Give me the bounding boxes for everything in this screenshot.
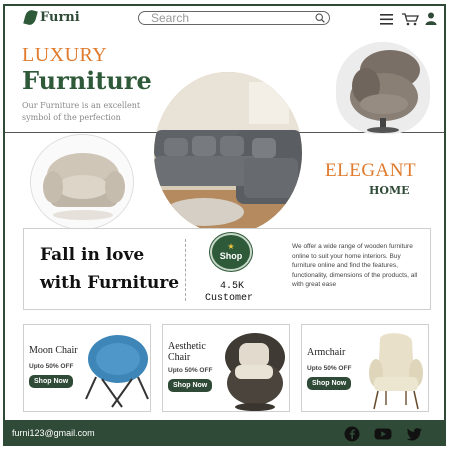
user-icon[interactable] — [425, 12, 437, 25]
logo[interactable]: Furni — [23, 8, 80, 27]
sofa-image — [154, 72, 302, 234]
product-offer: Upto 50% OFF — [168, 367, 213, 374]
product-name: Armchair — [307, 347, 346, 358]
shop-now-button[interactable]: Shop Now — [29, 375, 74, 388]
page-frame: Furni LUXURY Furniture Our Furniture is … — [3, 4, 446, 446]
hero-title: Furniture — [22, 66, 152, 95]
home-label: HOME — [369, 184, 410, 197]
hero-subtitle: Our Furniture is an excellent symbol of … — [22, 101, 141, 122]
elegant-label: ELEGANT — [325, 160, 417, 181]
star-icon: ★ — [227, 242, 235, 251]
header: Furni — [5, 6, 444, 32]
youtube-icon[interactable] — [374, 426, 392, 442]
customer-label: Customer — [205, 293, 254, 304]
hero-title-accent: LUXURY — [22, 44, 108, 66]
product-offer: Upto 50% OFF — [29, 363, 74, 370]
moon-chair-image — [85, 335, 149, 408]
menu-icon[interactable] — [380, 14, 393, 25]
product-name: Moon Chair — [29, 345, 78, 356]
product-offer: Upto 50% OFF — [307, 365, 352, 372]
aesthetic-chair-image — [225, 333, 285, 411]
contact-email[interactable]: furni123@gmail.com — [12, 428, 95, 438]
footer: furni123@gmail.com — [5, 420, 444, 444]
logo-text: Furni — [40, 10, 80, 25]
facebook-icon[interactable] — [344, 426, 360, 442]
product-card-moon-chair[interactable]: Moon Chair Upto 50% OFF Shop Now — [23, 324, 151, 412]
armchair-product-image — [369, 333, 423, 410]
armchair-image — [30, 134, 134, 230]
customer-count: 4.5K — [220, 281, 245, 292]
promo-band: Fall in love with Furniture ★ Shop 4.5K … — [23, 228, 431, 310]
shop-now-button[interactable]: Shop Now — [168, 379, 213, 392]
search-bar[interactable] — [138, 11, 330, 25]
leaf-logo-icon — [23, 8, 38, 27]
product-card-armchair[interactable]: Armchair Upto 50% OFF Shop Now — [301, 324, 429, 412]
product-card-aesthetic-chair[interactable]: Aesthetic Chair Upto 50% OFF Shop Now — [162, 324, 290, 412]
product-name: Aesthetic Chair — [168, 341, 206, 363]
search-icon[interactable] — [315, 13, 325, 23]
shop-button[interactable]: ★ Shop — [210, 233, 252, 271]
shop-button-label: Shop — [219, 251, 243, 261]
promo-headline: Fall in love with Furniture — [40, 245, 180, 293]
promo-divider — [185, 239, 186, 301]
search-input[interactable] — [151, 12, 311, 24]
swivel-chair-image — [336, 42, 430, 134]
cart-icon[interactable] — [401, 12, 419, 26]
twitter-icon[interactable] — [406, 426, 423, 442]
promo-description: We offer a wide range of wooden furnitur… — [292, 243, 418, 288]
shop-now-button[interactable]: Shop Now — [307, 377, 352, 390]
